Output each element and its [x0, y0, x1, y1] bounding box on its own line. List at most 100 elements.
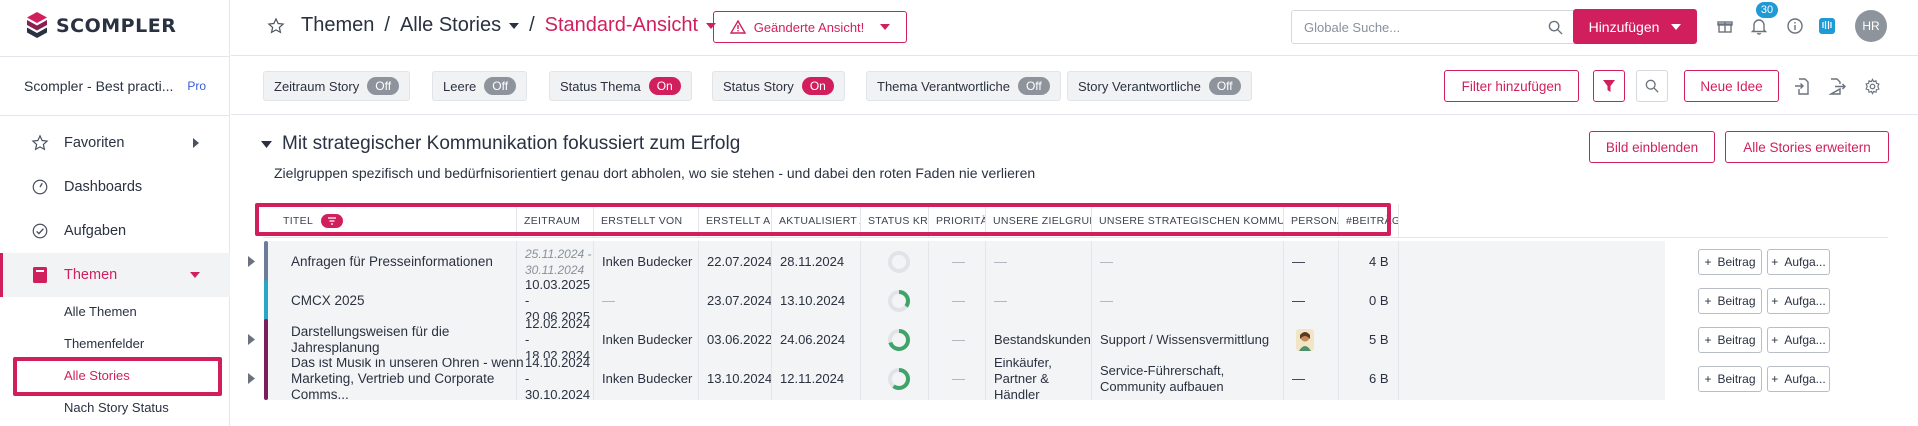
settings-gear-icon[interactable]: [1861, 75, 1883, 97]
filter-chip-label: Leere: [443, 78, 477, 94]
filter-toggle[interactable]: Off: [1017, 77, 1050, 95]
section-title: Mit strategischer Kommunikation fokussie…: [282, 133, 741, 154]
row-comm: —: [1100, 293, 1113, 308]
button-label: Aufga...: [1784, 372, 1826, 386]
cell-created-at: 13.10.2024: [698, 358, 771, 400]
add-aufgabe-button[interactable]: + Aufga...: [1767, 249, 1830, 275]
import-icon[interactable]: [1791, 75, 1813, 97]
expand-row-icon[interactable]: [248, 373, 255, 384]
add-beitrag-button[interactable]: + Beitrag: [1698, 288, 1762, 314]
caret-down-icon[interactable]: [261, 140, 272, 149]
row-posts-count: 5 B: [1369, 332, 1389, 347]
cell-spacer: [1398, 241, 1418, 283]
add-button-label: Hinzufügen: [1588, 18, 1660, 35]
row-posts-count: 6 B: [1369, 371, 1389, 386]
row-created-by: —: [602, 293, 615, 308]
plus-icon: +: [1771, 333, 1779, 347]
filter-funnel-button[interactable]: [1593, 70, 1625, 102]
workspace-name: Scompler - Best practi...: [24, 78, 174, 94]
sidebar-subitem-nach-story-status[interactable]: Nach Story Status: [64, 400, 169, 415]
global-search-input[interactable]: Globale Suche...: [1291, 10, 1576, 44]
export-icon[interactable]: [1826, 75, 1848, 97]
search-icon: [1548, 20, 1563, 35]
filter-chip-status-story[interactable]: Status Story On: [712, 71, 845, 101]
highlight-box: [255, 203, 1391, 236]
caret-down-icon[interactable]: [509, 22, 520, 30]
cell-spacer: [1398, 319, 1418, 361]
sidebar-item-favoriten[interactable]: Favoriten: [0, 121, 230, 165]
cell-created-at: 22.07.2024: [698, 241, 771, 283]
row-title[interactable]: Darstellungsweisen für die Jahresplanung: [291, 324, 536, 356]
expand-all-stories-button[interactable]: Alle Stories erweitern: [1725, 131, 1889, 163]
filter-chip-thema-verantwortliche[interactable]: Thema Verantwortliche Off: [866, 71, 1061, 101]
breadcrumb-alle-stories[interactable]: Alle Stories: [400, 14, 501, 37]
status-ring-icon: [887, 289, 911, 313]
add-aufgabe-button[interactable]: + Aufga...: [1767, 366, 1830, 392]
row-title[interactable]: Anfragen für Presseinformationen: [291, 254, 493, 270]
section-header[interactable]: Mit strategischer Kommunikation fokussie…: [261, 133, 740, 155]
persona-avatar[interactable]: [1296, 329, 1314, 351]
user-avatar[interactable]: HR: [1855, 10, 1887, 42]
row-title[interactable]: CMCX 2025: [291, 293, 365, 309]
sidebar-subitem-alle-themen[interactable]: Alle Themen: [64, 304, 137, 319]
row-posts-count: 0 B: [1369, 293, 1389, 308]
filter-toggle[interactable]: Off: [367, 77, 400, 95]
sidebar-item-dashboards[interactable]: Dashboards: [0, 165, 230, 209]
filter-chip-label: Status Thema: [560, 78, 641, 94]
row-color-bar: [264, 358, 268, 400]
sidebar-subitem-themenfelder[interactable]: Themenfelder: [64, 336, 144, 351]
table-row[interactable]: Das ist Musik in unseren Ohren - wenn Ma…: [231, 356, 1918, 402]
changed-view-button[interactable]: Geänderte Ansicht!: [713, 11, 907, 43]
info-icon[interactable]: [1784, 15, 1806, 37]
row-period-from: 25.11.2024 -: [525, 247, 592, 261]
filter-chip-story-verantwortliche[interactable]: Story Verantwortliche Off: [1067, 71, 1252, 101]
add-beitrag-button[interactable]: + Beitrag: [1698, 366, 1762, 392]
filter-toggle[interactable]: Off: [484, 77, 517, 95]
cell-priority: —: [928, 241, 985, 283]
cell-ring: [860, 280, 928, 322]
cell-posts: 4 B: [1338, 241, 1398, 283]
filter-toggle[interactable]: On: [648, 77, 681, 95]
add-button[interactable]: Hinzufügen: [1573, 9, 1697, 44]
add-filter-button[interactable]: Filter hinzufügen: [1444, 70, 1579, 102]
filter-chip-leere[interactable]: Leere Off: [432, 71, 528, 101]
bell-icon[interactable]: [1748, 15, 1770, 37]
row-updated-at: 12.11.2024: [780, 371, 845, 386]
expand-row-icon[interactable]: [248, 256, 255, 267]
row-title[interactable]: Das ist Musik in unseren Ohren - wenn Ma…: [291, 358, 536, 400]
row-audiences: Einkäufer, Partner & Händler: [994, 358, 1052, 400]
search-filter-button[interactable]: [1636, 70, 1668, 102]
filter-chip-status-thema[interactable]: Status Thema On: [549, 71, 692, 101]
show-image-button[interactable]: Bild einblenden: [1589, 131, 1715, 163]
expand-row-icon[interactable]: [248, 334, 255, 345]
new-idea-button[interactable]: Neue Idee: [1684, 70, 1779, 102]
sidebar-item-aufgaben[interactable]: Aufgaben: [0, 209, 230, 253]
favorite-star-icon[interactable]: [267, 16, 285, 35]
row-audiences: Bestandskunden: [994, 332, 1091, 347]
filter-chip-zeitraum-story[interactable]: Zeitraum Story Off: [263, 71, 411, 101]
chevron-right-icon: [192, 138, 200, 148]
filter-toggle[interactable]: Off: [1208, 77, 1241, 95]
breadcrumb-view[interactable]: Standard-Ansicht: [545, 14, 698, 37]
plus-icon: +: [1704, 333, 1712, 347]
cell-audiences: —: [985, 280, 1091, 322]
cell-period: 25.11.2024 - 30.11.2024: [516, 241, 593, 283]
row-created-at: 03.06.2022: [707, 332, 771, 347]
row-priority: —: [952, 371, 965, 386]
intercom-icon[interactable]: [1816, 15, 1838, 37]
filter-toggle[interactable]: On: [801, 77, 834, 95]
gift-icon[interactable]: [1714, 15, 1736, 37]
add-beitrag-button[interactable]: + Beitrag: [1698, 249, 1762, 275]
warning-icon: [729, 20, 746, 34]
breadcrumb-themen[interactable]: Themen: [301, 14, 374, 37]
status-ring-icon: [887, 367, 911, 391]
add-beitrag-button[interactable]: + Beitrag: [1698, 327, 1762, 353]
row-updated-at: 24.06.2024: [780, 332, 846, 347]
add-aufgabe-button[interactable]: + Aufga...: [1767, 327, 1830, 353]
sidebar-item-themen[interactable]: Themen: [0, 253, 230, 297]
scompler-logo[interactable]: SCOMPLER: [26, 11, 176, 41]
workspace-switcher[interactable]: Scompler - Best practi... Pro: [24, 78, 206, 94]
add-aufgabe-button[interactable]: + Aufga...: [1767, 288, 1830, 314]
main-content: Mit strategischer Kommunikation fokussie…: [231, 116, 1918, 426]
status-ring-icon: [887, 328, 911, 352]
